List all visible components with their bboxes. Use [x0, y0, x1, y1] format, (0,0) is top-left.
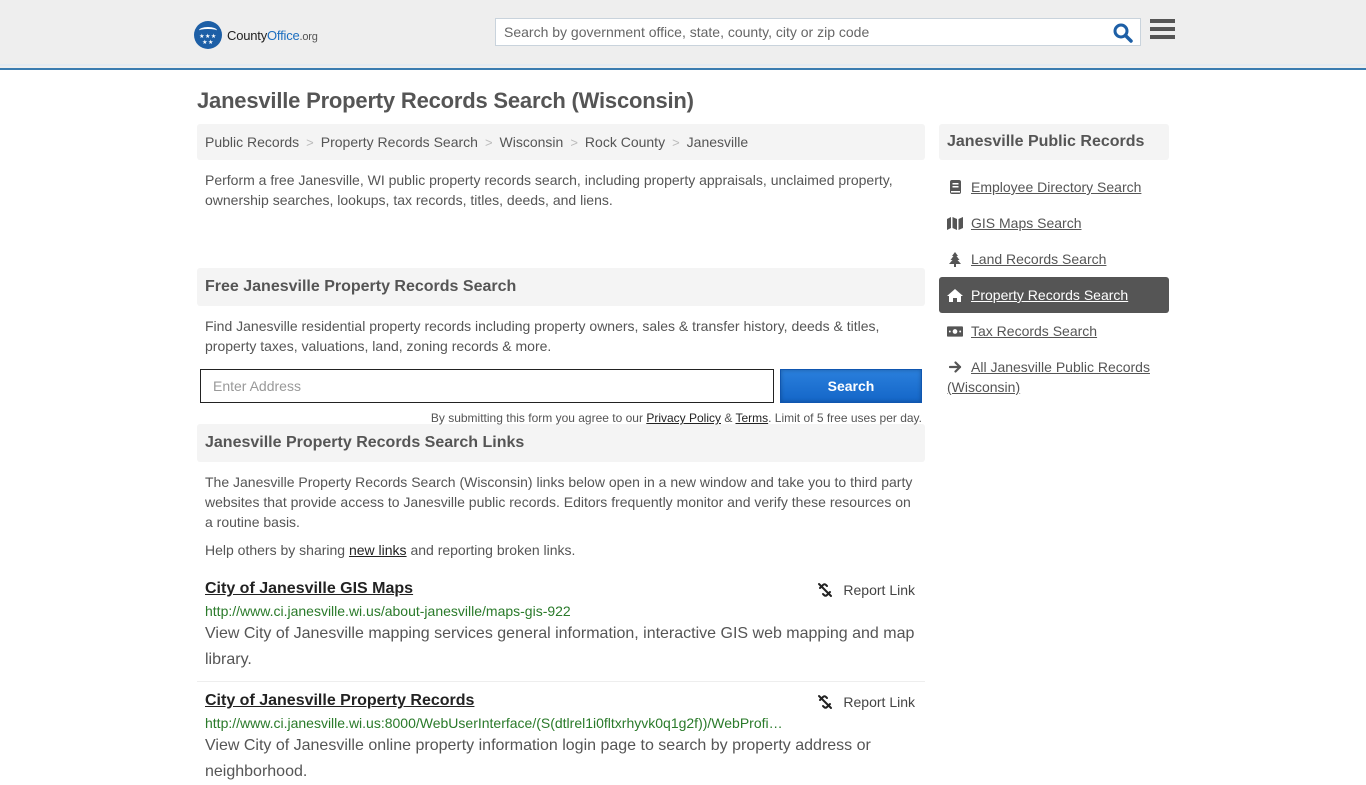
- free-search-heading: Free Janesville Property Records Search: [197, 268, 925, 306]
- home-icon: [947, 285, 963, 305]
- breadcrumb-separator: >: [672, 134, 680, 150]
- breadcrumb-property-records-search[interactable]: Property Records Search: [321, 134, 478, 150]
- sidebar-item-employee-directory[interactable]: Employee Directory Search: [939, 169, 1169, 205]
- logo-text: CountyOffice.org: [227, 27, 318, 43]
- sidebar-item-all-records[interactable]: All Janesville Public Records (Wisconsin…: [939, 349, 1169, 405]
- sidebar-item-land-records[interactable]: Land Records Search: [939, 241, 1169, 277]
- site-search-input[interactable]: [496, 19, 1106, 45]
- breadcrumb-rock-county[interactable]: Rock County: [585, 134, 665, 150]
- site-search-box: [495, 18, 1141, 46]
- tree-icon: [947, 249, 963, 269]
- link-title[interactable]: City of Janesville Property Records: [205, 692, 474, 710]
- link-url[interactable]: http://www.ci.janesville.wi.us/about-jan…: [205, 603, 785, 619]
- terms-notice: By submitting this form you agree to our…: [430, 411, 922, 425]
- breadcrumb-separator: >: [570, 134, 578, 150]
- report-link-button[interactable]: Report Link: [817, 582, 915, 598]
- arrow-right-icon: [947, 357, 963, 377]
- privacy-policy-link[interactable]: Privacy Policy: [646, 411, 721, 425]
- map-icon: [947, 213, 963, 233]
- site-logo[interactable]: ★★★ ★★ CountyOffice.org: [194, 21, 318, 49]
- book-icon: [947, 177, 963, 197]
- main-content: Public Records > Property Records Search…: [197, 124, 925, 785]
- report-link-button[interactable]: Report Link: [817, 694, 915, 710]
- sidebar-heading: Janesville Public Records: [939, 124, 1169, 160]
- sidebar-link[interactable]: Land Records Search: [971, 249, 1106, 269]
- address-search-form: Search By submitting this form you agree…: [197, 366, 925, 426]
- breadcrumb-janesville[interactable]: Janesville: [687, 134, 748, 150]
- intro-text: Perform a free Janesville, WI public pro…: [205, 172, 893, 208]
- link-item: City of Janesville GIS Maps http://www.c…: [197, 580, 925, 682]
- address-search-button[interactable]: Search: [780, 369, 922, 403]
- sidebar-link[interactable]: GIS Maps Search: [971, 213, 1082, 233]
- money-icon: [947, 321, 963, 341]
- page-title: Janesville Property Records Search (Wisc…: [197, 88, 694, 113]
- terms-link[interactable]: Terms: [735, 411, 768, 425]
- sidebar-link[interactable]: Employee Directory Search: [971, 177, 1141, 197]
- breadcrumb-public-records[interactable]: Public Records: [205, 134, 299, 150]
- broken-link-icon: [818, 695, 833, 709]
- sidebar-item-property-records[interactable]: Property Records Search: [939, 277, 1169, 313]
- links-description: The Janesville Property Records Search (…: [205, 474, 913, 530]
- link-description: View City of Janesville online property …: [205, 737, 871, 780]
- link-title[interactable]: City of Janesville GIS Maps: [205, 580, 413, 598]
- breadcrumb-separator: >: [306, 134, 314, 150]
- link-url[interactable]: http://www.ci.janesville.wi.us:8000/WebU…: [205, 715, 785, 731]
- link-description: View City of Janesville mapping services…: [205, 625, 915, 668]
- sidebar-link[interactable]: All Janesville Public Records (Wisconsin…: [947, 359, 1150, 395]
- sidebar-link[interactable]: Property Records Search: [971, 285, 1128, 305]
- breadcrumb-wisconsin[interactable]: Wisconsin: [500, 134, 564, 150]
- free-search-description: Find Janesville residential property rec…: [205, 318, 880, 354]
- sidebar-item-gis-maps[interactable]: GIS Maps Search: [939, 205, 1169, 241]
- sidebar-list: Employee Directory Search GIS Maps Searc…: [939, 169, 1169, 405]
- link-item: City of Janesville Property Records http…: [197, 692, 925, 785]
- new-links-link[interactable]: new links: [349, 542, 407, 558]
- search-icon: [1113, 23, 1133, 43]
- breadcrumb: Public Records > Property Records Search…: [197, 124, 925, 160]
- sidebar: Janesville Public Records Employee Direc…: [939, 124, 1169, 405]
- site-header: ★★★ ★★ CountyOffice.org: [0, 0, 1366, 70]
- sidebar-link[interactable]: Tax Records Search: [971, 321, 1097, 341]
- help-text: Help others by sharing new links and rep…: [205, 542, 576, 558]
- hamburger-menu-icon[interactable]: [1150, 19, 1175, 43]
- address-input[interactable]: [200, 369, 774, 403]
- search-button[interactable]: [1112, 22, 1134, 44]
- eagle-badge-icon: ★★★ ★★: [194, 21, 222, 49]
- breadcrumb-separator: >: [484, 134, 493, 150]
- sidebar-item-tax-records[interactable]: Tax Records Search: [939, 313, 1169, 349]
- broken-link-icon: [818, 583, 833, 597]
- links-heading: Janesville Property Records Search Links: [197, 424, 925, 462]
